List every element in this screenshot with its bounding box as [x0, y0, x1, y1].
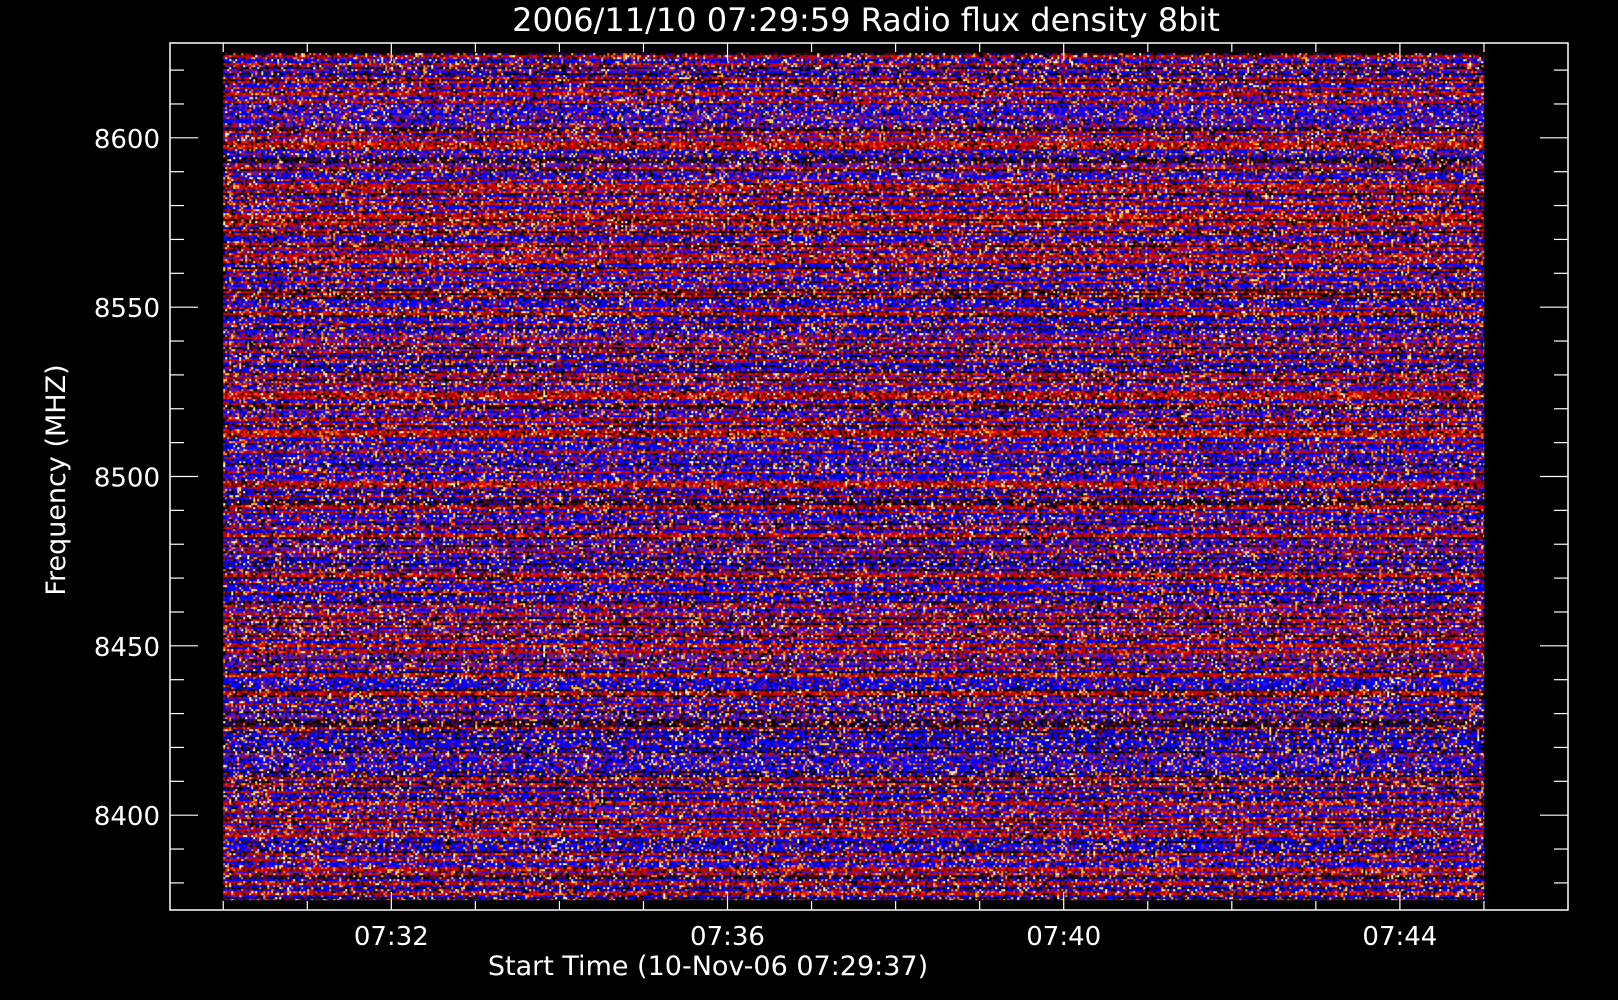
y-tick-label: 8400: [94, 802, 160, 832]
heatmap-raster: [223, 53, 1485, 901]
y-tick-label: 8500: [94, 464, 160, 494]
x-tick-label: 07:44: [1362, 922, 1437, 952]
heatmap-image: [223, 53, 1485, 901]
spectrogram-chart: 2006/11/10 07:29:59 Radio flux density 8…: [0, 0, 1618, 1000]
chart-title: 2006/11/10 07:29:59 Radio flux density 8…: [512, 1, 1220, 39]
x-axis-label: Start Time (10-Nov-06 07:29:37): [488, 951, 928, 982]
x-tick-label: 07:36: [690, 922, 765, 952]
y-tick-label: 8600: [94, 125, 160, 155]
y-tick-label: 8450: [94, 633, 160, 663]
y-axis-label: Frequency (MHZ): [41, 364, 72, 595]
x-tick-label: 07:32: [354, 922, 429, 952]
x-tick-label: 07:40: [1026, 922, 1101, 952]
y-tick-label: 8550: [94, 294, 160, 324]
